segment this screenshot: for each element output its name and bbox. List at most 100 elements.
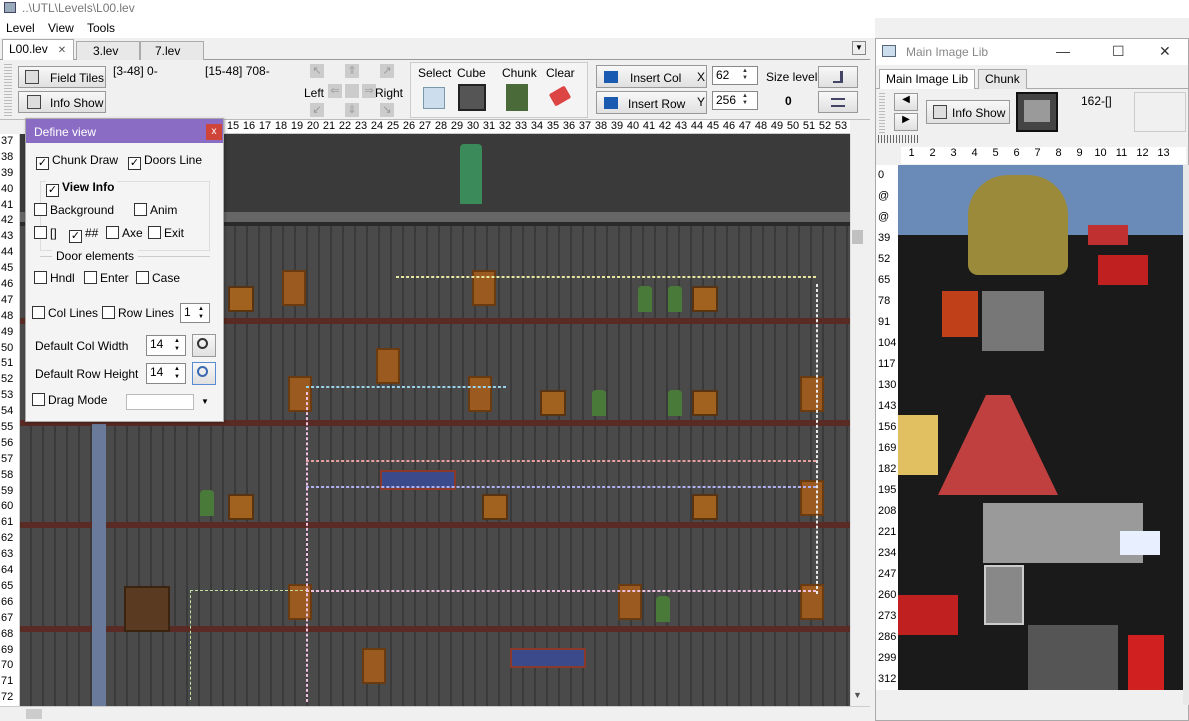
tile-lava[interactable] xyxy=(942,291,978,337)
zoom-row-button[interactable] xyxy=(192,362,216,385)
lib-col-label: 5 xyxy=(992,147,999,159)
tab-main-image-lib[interactable]: Main Image Lib xyxy=(879,69,976,89)
menu-tools[interactable]: Tools xyxy=(87,21,115,35)
col-lines-checkbox[interactable]: Col Lines xyxy=(32,306,98,320)
maximize-icon[interactable]: ☐ xyxy=(1112,43,1125,60)
right-label[interactable]: Right xyxy=(375,86,403,100)
up-arrow-icon[interactable]: ⇑ xyxy=(345,64,359,78)
tile-car[interactable] xyxy=(1098,255,1148,285)
down-left-arrow-icon[interactable]: ↙ xyxy=(310,103,324,117)
select-tool-icon[interactable] xyxy=(423,87,445,109)
down-arrow-icon[interactable]: ⇓ xyxy=(345,103,359,117)
tile-bricks[interactable] xyxy=(1088,225,1128,245)
background-checkbox[interactable]: Background xyxy=(34,203,114,217)
insert-row-button[interactable]: Insert Row xyxy=(596,91,707,114)
tile-window[interactable] xyxy=(982,291,1044,351)
row-height-stepper[interactable]: 14 xyxy=(146,363,186,384)
size-up-icon xyxy=(833,71,843,83)
tile-library-grid[interactable] xyxy=(898,165,1183,690)
tile-gold[interactable] xyxy=(898,415,938,475)
tab-dropdown-icon[interactable]: ▼ xyxy=(852,41,866,55)
case-checkbox[interactable]: Case xyxy=(136,271,180,285)
map-door xyxy=(288,376,312,412)
define-view-header[interactable]: Define view xyxy=(26,119,223,143)
toolbar-grip[interactable] xyxy=(4,64,12,116)
size-up-button[interactable] xyxy=(818,66,858,88)
chevron-down-icon[interactable]: ▼ xyxy=(853,690,862,700)
stepper-arrows-icon[interactable]: ▲ ▼ xyxy=(174,365,180,381)
doors-line-checkbox[interactable]: ✓ Doors Line xyxy=(128,153,202,170)
drag-mode-checkbox[interactable]: Drag Mode xyxy=(32,393,107,407)
menu-view[interactable]: View xyxy=(48,21,74,35)
tile-tree[interactable] xyxy=(968,175,1068,275)
close-icon[interactable]: x xyxy=(206,124,222,140)
right-arrow-icon[interactable]: ⇒ xyxy=(362,84,376,98)
x-spinner-icon[interactable]: ▲ ▼ xyxy=(742,68,748,82)
field-tiles-button[interactable]: Field Tiles xyxy=(18,66,106,88)
up-right-arrow-icon[interactable]: ↗ xyxy=(380,64,394,78)
eraser-icon[interactable] xyxy=(548,85,572,107)
image-lib-titlebar[interactable]: Main Image Lib — ☐ ✕ xyxy=(876,39,1188,65)
minimize-icon[interactable]: — xyxy=(1056,43,1070,59)
cube-tool-icon[interactable] xyxy=(458,84,486,111)
lines-stepper[interactable]: 1 xyxy=(180,303,210,323)
anim-checkbox[interactable]: Anim xyxy=(134,203,177,217)
tab-l00[interactable]: L00.lev ✕ xyxy=(2,39,74,60)
map-vertical-scrollbar[interactable]: ▼ xyxy=(850,134,864,706)
brackets-checkbox[interactable]: [] xyxy=(34,226,57,240)
toolbar-grip[interactable] xyxy=(879,93,885,133)
lib-info-show-button[interactable]: Info Show xyxy=(926,100,1010,124)
size-down-button[interactable] xyxy=(818,91,858,113)
view-info-checkbox[interactable]: ✓ View Info xyxy=(46,180,118,197)
row-ruler-label: 50 xyxy=(1,341,14,354)
chunk-tool-icon[interactable] xyxy=(506,84,528,111)
x-input[interactable]: 62 xyxy=(712,66,758,85)
chunk-draw-checkbox[interactable]: ✓ Chunk Draw xyxy=(36,153,118,170)
tile-red-door[interactable] xyxy=(1128,635,1164,690)
center-icon[interactable] xyxy=(345,84,359,98)
col-width-stepper[interactable]: 14 xyxy=(146,335,186,356)
lib-next-button[interactable]: ▶ xyxy=(894,113,918,131)
tile-sofa[interactable] xyxy=(898,595,958,635)
axe-checkbox[interactable]: Axe xyxy=(106,226,143,240)
drag-mode-select[interactable] xyxy=(126,394,194,410)
hndl-checkbox[interactable]: Hndl xyxy=(34,271,75,285)
col-ruler-label: 22 xyxy=(338,120,352,132)
tile-door[interactable] xyxy=(984,565,1024,625)
lib-prev-button[interactable]: ◀ xyxy=(894,93,918,111)
stepper-arrows-icon[interactable]: ▲ ▼ xyxy=(174,337,180,353)
tile-ghost[interactable] xyxy=(1120,531,1160,555)
close-icon[interactable]: ✕ xyxy=(1159,43,1171,60)
info-show-button[interactable]: Info Show xyxy=(18,91,106,113)
tile-brick-wall[interactable] xyxy=(1028,625,1118,690)
chevron-down-icon[interactable]: ▼ xyxy=(201,397,209,406)
left-arrow-icon[interactable]: ⇐ xyxy=(328,84,342,98)
checkmark-icon: ✓ xyxy=(46,184,59,197)
menu-level[interactable]: Level xyxy=(6,21,35,35)
col-ruler-label: 30 xyxy=(466,120,480,132)
y-input[interactable]: 256 xyxy=(712,91,758,110)
stepper-arrows-icon[interactable]: ▲ ▼ xyxy=(198,305,204,321)
lib-scroll-grip[interactable] xyxy=(878,135,918,143)
exit-checkbox[interactable]: Exit xyxy=(148,226,184,240)
lib-scrollbar[interactable] xyxy=(1183,165,1189,705)
zoom-col-button[interactable] xyxy=(192,334,216,357)
down-right-arrow-icon[interactable]: ↘ xyxy=(380,103,394,117)
left-label[interactable]: Left xyxy=(304,86,324,100)
close-icon[interactable]: ✕ xyxy=(58,45,66,56)
hash-checkbox[interactable]: ✓ ## xyxy=(69,226,98,243)
up-left-arrow-icon[interactable]: ↖ xyxy=(310,64,324,78)
row-lines-checkbox[interactable]: Row Lines xyxy=(102,306,174,320)
lib-col-label: 13 xyxy=(1157,147,1170,159)
enter-checkbox[interactable]: Enter xyxy=(84,271,129,285)
tab-3[interactable]: 3.lev xyxy=(76,41,140,60)
tile-stone[interactable] xyxy=(983,503,1143,563)
tab-chunk[interactable]: Chunk xyxy=(978,69,1027,89)
scroll-thumb[interactable] xyxy=(26,709,42,719)
tile-stairs[interactable] xyxy=(938,395,1058,495)
scroll-thumb[interactable] xyxy=(852,230,863,244)
y-spinner-icon[interactable]: ▲ ▼ xyxy=(742,93,748,107)
insert-col-button[interactable]: Insert Col xyxy=(596,65,707,88)
tab-7[interactable]: 7.lev xyxy=(140,41,204,60)
map-horizontal-scrollbar[interactable] xyxy=(0,706,870,721)
